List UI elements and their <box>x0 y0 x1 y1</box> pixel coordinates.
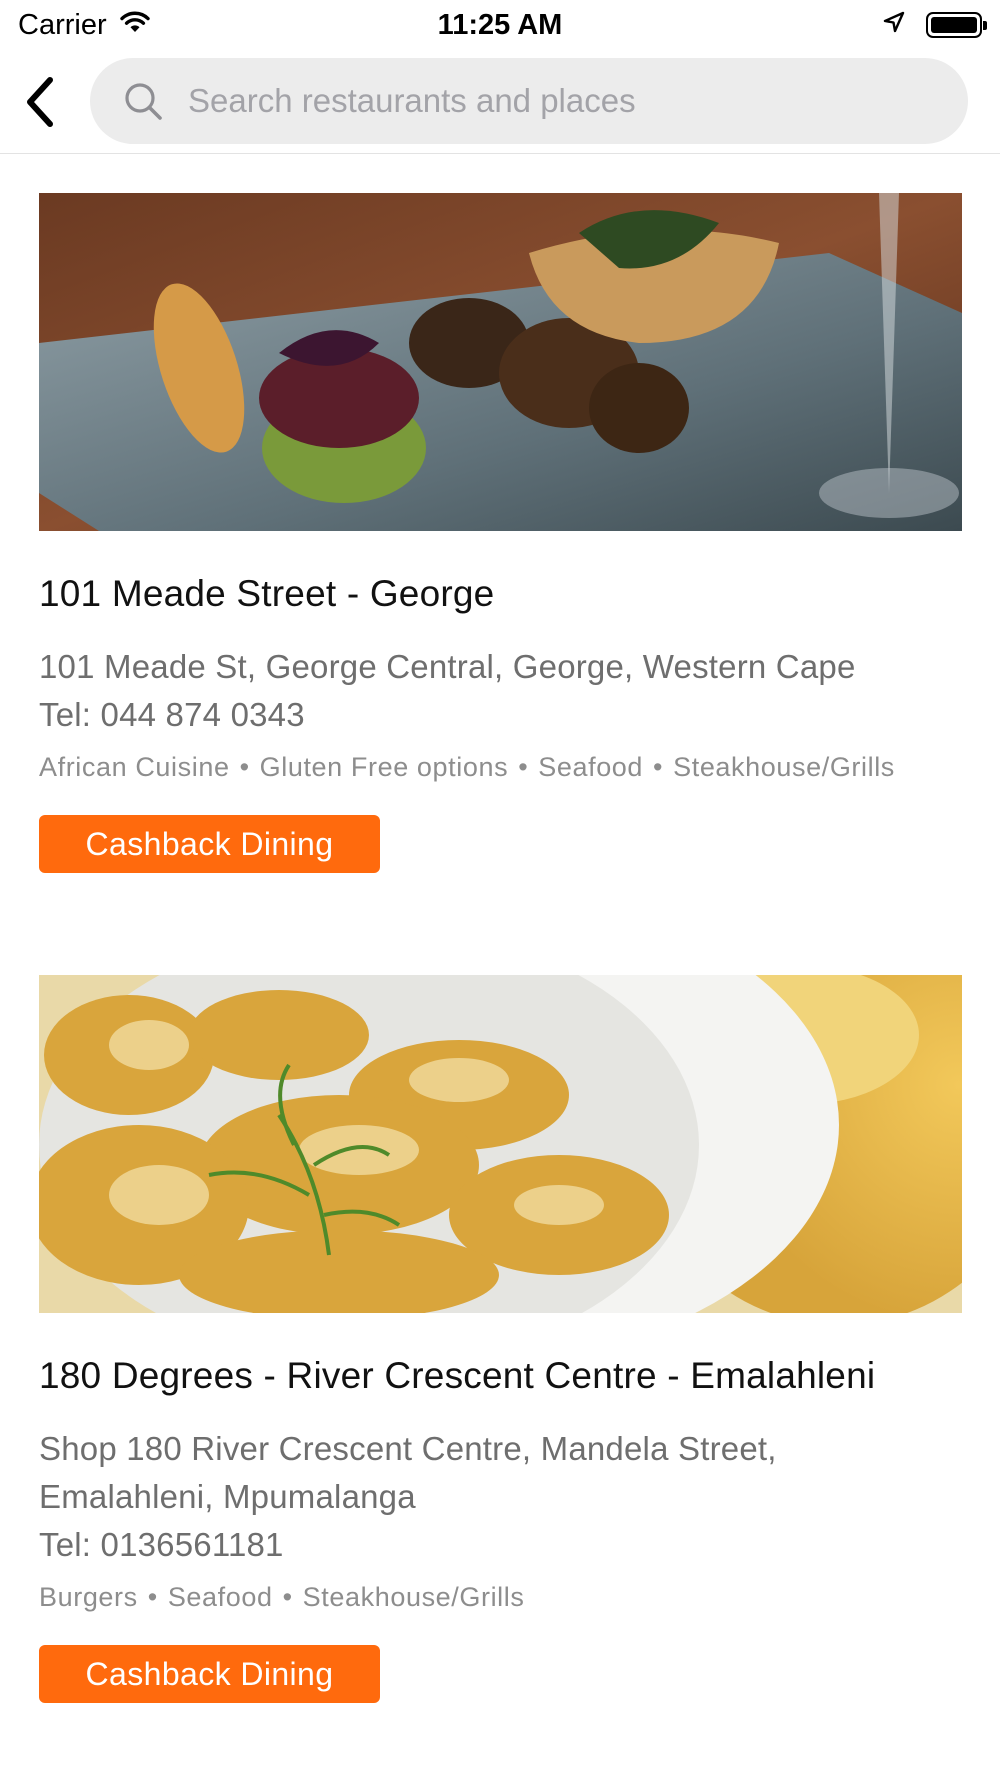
restaurant-address: Shop 180 River Crescent Centre, Mandela … <box>39 1430 777 1515</box>
tag-separator: • <box>147 1582 158 1612</box>
restaurant-phone[interactable]: Tel: 0136561181 <box>39 1521 962 1569</box>
status-bar: Carrier 11:25 AM <box>0 0 1000 50</box>
search-bar[interactable] <box>90 58 968 144</box>
battery-icon <box>926 12 987 38</box>
restaurant-tags: African Cuisine • Gluten Free options • Seaf… <box>39 747 962 787</box>
restaurant-name[interactable]: 101 Meade Street - George <box>39 573 962 615</box>
restaurant-name[interactable]: 180 Degrees - River Crescent Centre - Em… <box>39 1355 962 1397</box>
tag: Gluten Free options <box>259 752 509 782</box>
status-left: Carrier <box>18 9 151 42</box>
restaurant-tags: Burgers • Seafood • Steakhouse/Grills <box>39 1577 962 1617</box>
status-right <box>882 9 987 42</box>
carrier-label: Carrier <box>18 8 107 41</box>
tag-separator: • <box>518 752 529 782</box>
tag: Burgers <box>39 1582 138 1612</box>
nav-bar <box>0 50 1000 154</box>
search-icon <box>125 83 162 120</box>
restaurant-phone[interactable]: Tel: 044 874 0343 <box>39 691 962 739</box>
tag: Steakhouse/Grills <box>302 1582 525 1612</box>
cashback-dining-button[interactable]: Cashback Dining <box>39 815 380 873</box>
tag: Seafood <box>538 752 644 782</box>
search-input[interactable] <box>188 82 828 120</box>
restaurant-photo[interactable] <box>39 975 962 1313</box>
location-arrow-icon <box>882 9 906 42</box>
restaurant-card[interactable]: 101 Meade Street - George 101 Meade St, … <box>39 193 962 873</box>
wifi-icon <box>119 9 151 42</box>
restaurant-address: 101 Meade St, George Central, George, We… <box>39 648 856 685</box>
back-button[interactable] <box>12 68 68 136</box>
tag-separator: • <box>653 752 664 782</box>
tag: Seafood <box>167 1582 273 1612</box>
restaurant-card[interactable]: 180 Degrees - River Crescent Centre - Em… <box>39 975 962 1703</box>
tag: Steakhouse/Grills <box>673 752 895 782</box>
restaurant-search-screen: Carrier 11:25 AM Search restaurants and … <box>0 0 1000 1778</box>
tag-separator: • <box>282 1582 293 1612</box>
cashback-dining-button[interactable]: Cashback Dining <box>39 1645 380 1703</box>
tag-separator: • <box>239 752 250 782</box>
tag: African Cuisine <box>39 752 230 782</box>
chevron-left-icon <box>27 77 53 127</box>
restaurant-photo[interactable] <box>39 193 962 531</box>
